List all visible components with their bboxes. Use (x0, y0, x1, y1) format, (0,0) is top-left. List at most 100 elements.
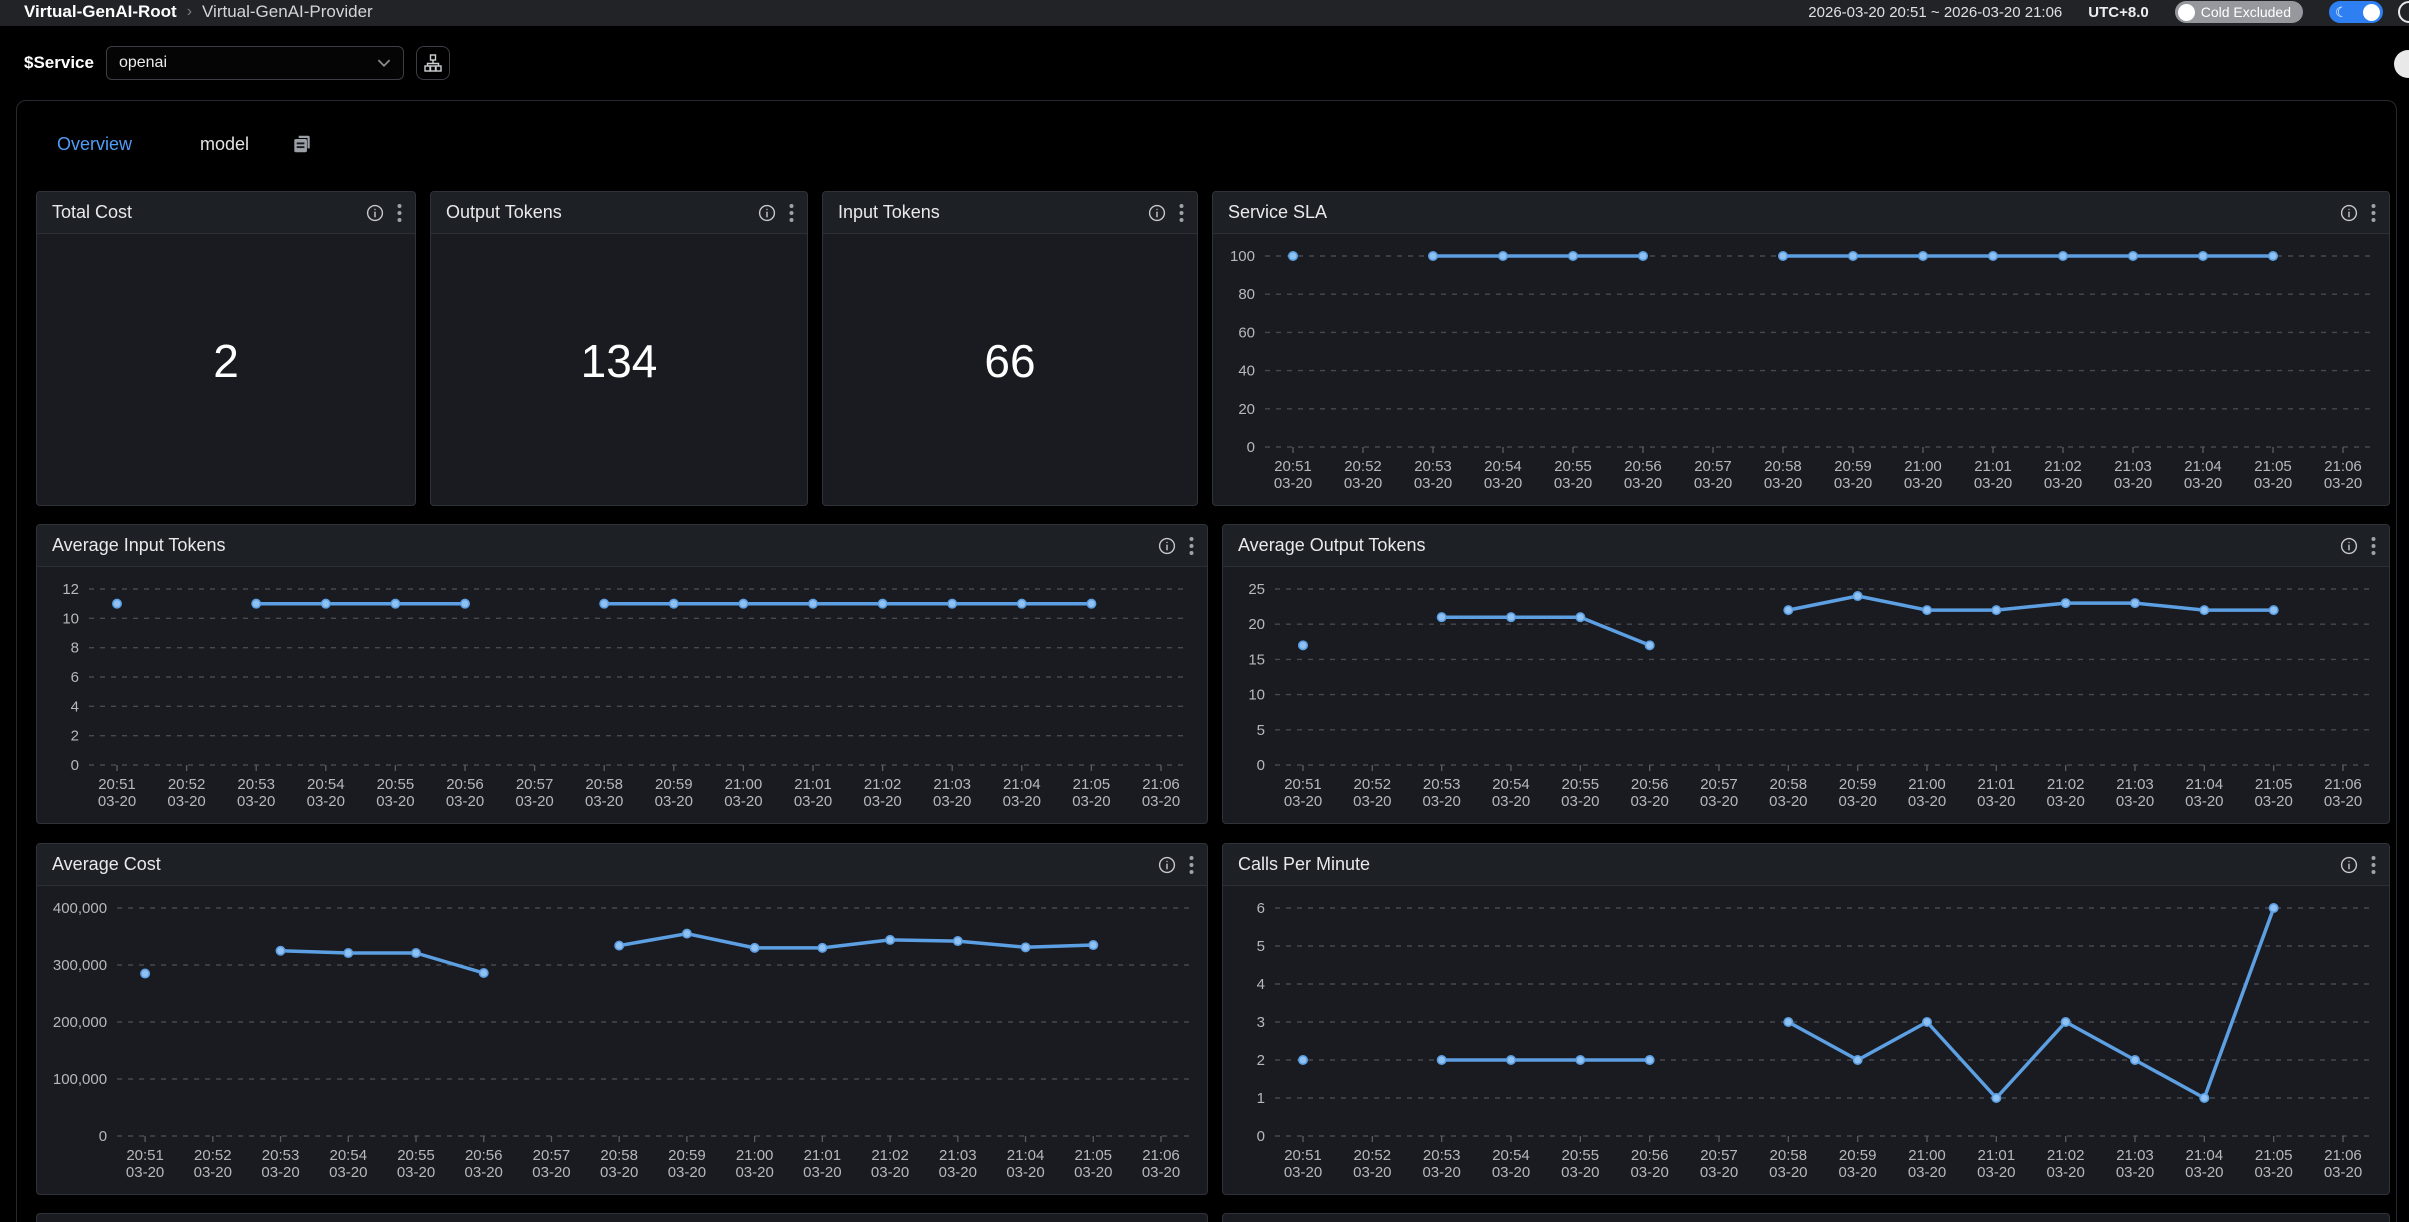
svg-text:20:5403-20: 20:5403-20 (307, 776, 345, 810)
kebab-menu-icon[interactable] (2371, 203, 2376, 223)
average-cost-chart[interactable]: 0100,000200,000300,000400,00020:5103-202… (37, 886, 1207, 1195)
copy-dashboard-button[interactable] (291, 133, 313, 155)
tab-model[interactable]: model (200, 134, 249, 155)
topology-button[interactable] (416, 46, 450, 80)
service-select[interactable]: openai (106, 46, 404, 80)
kebab-menu-icon[interactable] (397, 203, 402, 223)
svg-text:1: 1 (1257, 1090, 1265, 1107)
svg-text:20:5503-20: 20:5503-20 (1554, 458, 1592, 492)
info-icon[interactable] (758, 204, 776, 222)
service-sla-chart[interactable]: 02040608010020:5103-2020:5203-2020:5303-… (1213, 234, 2389, 506)
panel-calls-per-minute: Calls Per Minute 012345620:5103-2020:520… (1222, 843, 2390, 1195)
svg-text:300,000: 300,000 (53, 957, 107, 974)
svg-text:20:5903-20: 20:5903-20 (655, 776, 693, 810)
svg-text:6: 6 (71, 669, 79, 686)
svg-text:20:5703-20: 20:5703-20 (1694, 458, 1732, 492)
cold-excluded-toggle[interactable]: Cold Excluded (2175, 1, 2303, 23)
svg-text:21:0303-20: 21:0303-20 (933, 776, 971, 810)
average-input-tokens-chart[interactable]: 02468101220:5103-2020:5203-2020:5303-202… (37, 567, 1207, 824)
info-icon[interactable] (1158, 537, 1176, 555)
svg-text:8: 8 (71, 640, 79, 657)
svg-text:20:5603-20: 20:5603-20 (1624, 458, 1662, 492)
clipped-floating-button[interactable] (2394, 50, 2409, 78)
panel-total-cost: Total Cost 2 (36, 191, 416, 506)
info-icon[interactable] (1158, 856, 1176, 874)
kebab-menu-icon[interactable] (1179, 203, 1184, 223)
svg-text:6: 6 (1257, 900, 1265, 917)
svg-text:21:0203-20: 21:0203-20 (871, 1147, 909, 1181)
svg-text:20: 20 (1248, 616, 1265, 633)
copy-icon (291, 133, 313, 155)
svg-text:21:0203-20: 21:0203-20 (863, 776, 901, 810)
average-output-tokens-chart[interactable]: 051015202520:5103-2020:5203-2020:5303-20… (1223, 567, 2389, 824)
timezone-label[interactable]: UTC+8.0 (2088, 4, 2148, 21)
panel-input-tokens: Input Tokens 66 (822, 191, 1198, 506)
breadcrumb-root[interactable]: Virtual-GenAI-Root (24, 2, 177, 22)
kebab-menu-icon[interactable] (2371, 855, 2376, 875)
chevron-down-icon (377, 59, 391, 68)
svg-text:400,000: 400,000 (53, 900, 107, 917)
svg-text:20:5403-20: 20:5403-20 (1492, 1147, 1530, 1181)
svg-text:5: 5 (1257, 722, 1265, 739)
svg-text:21:0103-20: 21:0103-20 (1974, 458, 2012, 492)
svg-text:21:0203-20: 21:0203-20 (2044, 458, 2082, 492)
stat-value-output-tokens: 134 (431, 334, 807, 388)
svg-text:20:5703-20: 20:5703-20 (532, 1147, 570, 1181)
svg-text:20:5503-20: 20:5503-20 (397, 1147, 435, 1181)
kebab-menu-icon[interactable] (1189, 855, 1194, 875)
svg-text:20:5403-20: 20:5403-20 (1492, 776, 1530, 810)
panel-output-tokens: Output Tokens 134 (430, 191, 808, 506)
svg-text:3: 3 (1257, 1014, 1265, 1031)
svg-text:100,000: 100,000 (53, 1071, 107, 1088)
svg-text:20:5503-20: 20:5503-20 (1561, 1147, 1599, 1181)
svg-text:5: 5 (1257, 938, 1265, 955)
breadcrumb-current[interactable]: Virtual-GenAI-Provider (202, 2, 373, 22)
svg-text:21:0103-20: 21:0103-20 (794, 776, 832, 810)
svg-text:20:5603-20: 20:5603-20 (446, 776, 484, 810)
svg-text:21:0603-20: 21:0603-20 (1142, 1147, 1180, 1181)
kebab-menu-icon[interactable] (2371, 536, 2376, 556)
svg-text:21:0203-20: 21:0203-20 (2046, 776, 2084, 810)
svg-text:15: 15 (1248, 651, 1265, 668)
info-icon[interactable] (1148, 204, 1166, 222)
svg-text:21:0603-20: 21:0603-20 (2324, 776, 2362, 810)
svg-text:20:5403-20: 20:5403-20 (329, 1147, 367, 1181)
svg-text:12: 12 (62, 581, 79, 598)
svg-text:21:0003-20: 21:0003-20 (724, 776, 762, 810)
svg-text:20:5703-20: 20:5703-20 (1700, 1147, 1738, 1181)
svg-text:20:5203-20: 20:5203-20 (1353, 1147, 1391, 1181)
calls-per-minute-chart[interactable]: 012345620:5103-2020:5203-2020:5303-2020:… (1223, 886, 2389, 1195)
svg-text:0: 0 (1257, 1128, 1265, 1145)
svg-text:20:5603-20: 20:5603-20 (1630, 1147, 1668, 1181)
svg-text:21:0103-20: 21:0103-20 (803, 1147, 841, 1181)
panel-title: Output Tokens (446, 202, 562, 223)
info-icon[interactable] (2340, 537, 2358, 555)
dashboard-tabs: Overview model (36, 121, 2390, 167)
svg-text:100: 100 (1230, 248, 1255, 265)
svg-text:21:0403-20: 21:0403-20 (2184, 458, 2222, 492)
svg-text:2: 2 (1257, 1052, 1265, 1069)
panel-average-input-tokens: Average Input Tokens 02468101220:5103-20… (36, 524, 1208, 824)
time-range-label[interactable]: 2026-03-20 20:51 ~ 2026-03-20 21:06 (1808, 4, 2062, 21)
theme-toggle[interactable]: ☾ (2329, 1, 2383, 23)
kebab-menu-icon[interactable] (789, 203, 794, 223)
info-icon[interactable] (2340, 856, 2358, 874)
clipped-corner-button[interactable] (2398, 1, 2409, 23)
svg-text:0: 0 (1247, 439, 1255, 456)
svg-text:20:5203-20: 20:5203-20 (1344, 458, 1382, 492)
svg-text:20:5603-20: 20:5603-20 (465, 1147, 503, 1181)
svg-text:21:0303-20: 21:0303-20 (939, 1147, 977, 1181)
info-icon[interactable] (2340, 204, 2358, 222)
info-icon[interactable] (366, 204, 384, 222)
filter-bar: $Service openai (0, 26, 2409, 100)
svg-text:21:0003-20: 21:0003-20 (735, 1147, 773, 1181)
toggle-knob (2178, 4, 2195, 21)
svg-text:20:5803-20: 20:5803-20 (1769, 776, 1807, 810)
cold-excluded-label: Cold Excluded (2201, 4, 2291, 20)
svg-text:21:0303-20: 21:0303-20 (2116, 776, 2154, 810)
svg-text:21:0603-20: 21:0603-20 (1142, 776, 1180, 810)
svg-text:21:0503-20: 21:0503-20 (2254, 1147, 2292, 1181)
tab-overview[interactable]: Overview (57, 134, 132, 155)
dashboard-container: Overview model Total Cost 2 (16, 100, 2397, 1222)
kebab-menu-icon[interactable] (1189, 536, 1194, 556)
